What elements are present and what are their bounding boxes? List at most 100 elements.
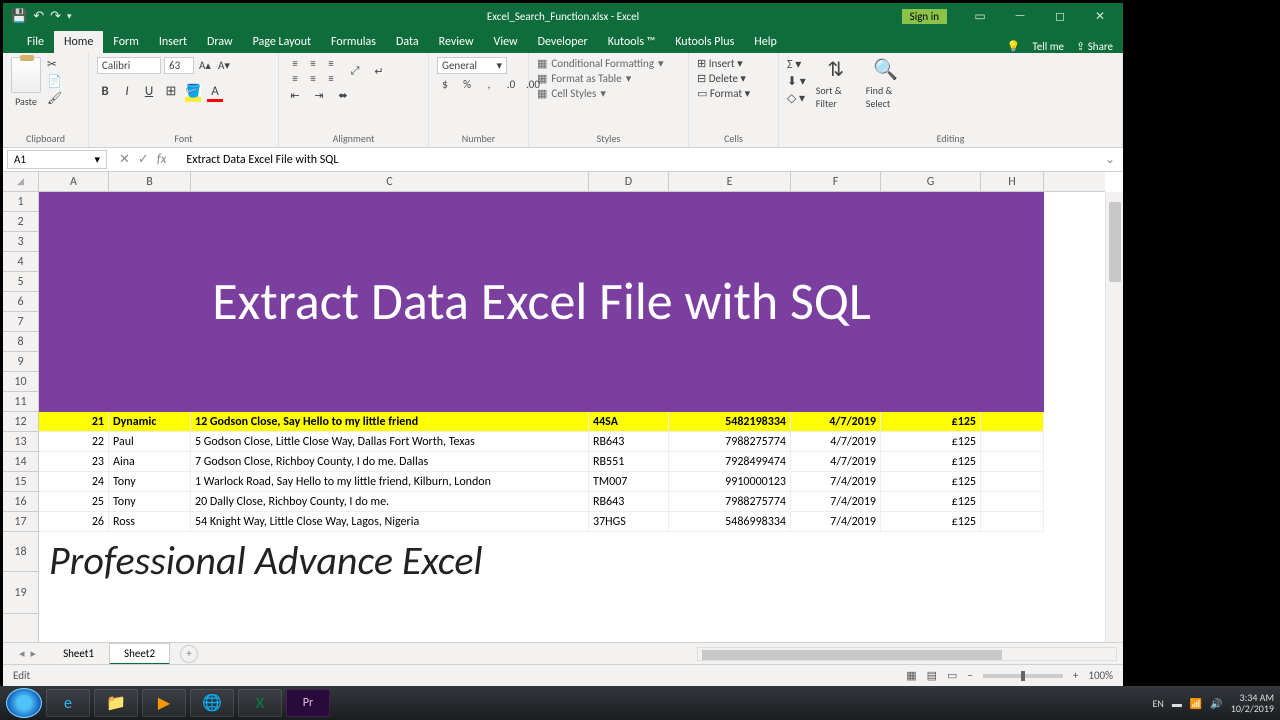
tab-draw[interactable]: Draw [197,31,243,53]
merge-center-icon[interactable]: ⬌ [335,89,351,102]
row-header-5[interactable]: 5 [3,272,38,292]
row-header-18[interactable]: 18 [3,532,38,572]
autosum-icon[interactable]: Σ ▾ [787,57,806,72]
fill-color-icon[interactable]: 🪣 [185,84,201,102]
tab-view[interactable]: View [484,31,528,53]
col-header-D[interactable]: D [589,172,669,191]
select-all-corner[interactable]: ◢ [3,172,39,192]
paste-button[interactable]: Paste [15,95,37,108]
tab-home[interactable]: Home [54,31,103,53]
cell-styles-button[interactable]: ▦ Cell Styles ▾ [537,87,664,100]
cut-icon[interactable]: ✂ [47,57,62,72]
row-header-14[interactable]: 14 [3,452,38,472]
system-tray[interactable]: EN ▬ 📶 🔊 3:34 AM 10/2/2019 [1153,692,1274,714]
sheet-tab-sheet2[interactable]: Sheet2 [109,643,170,665]
tell-me-icon[interactable]: 💡 [1007,40,1021,53]
ribbon-options-icon[interactable]: ▭ [963,5,997,27]
row-header-12[interactable]: 12 [3,412,38,432]
sheet-nav-prev-icon[interactable]: ◂ [19,647,25,660]
row-header-1[interactable]: 1 [3,192,38,212]
table-row[interactable]: 25Tony20 Dally Close, Richboy County, I … [39,492,1044,512]
tab-developer[interactable]: Developer [528,31,598,53]
percent-icon[interactable]: % [459,78,475,91]
tab-kutoolsplus[interactable]: Kutools Plus [665,31,744,53]
align-right-icon[interactable]: ≡ [323,72,339,85]
align-top-icon[interactable]: ≡ [287,57,303,70]
tray-volume-icon[interactable]: 🔊 [1210,697,1222,710]
border-icon[interactable]: ⊞ [163,84,179,102]
conditional-formatting-button[interactable]: ▦ Conditional Formatting ▾ [537,57,664,70]
increase-indent-icon[interactable]: ⇥ [311,89,327,102]
taskbar-ie-icon[interactable]: e [46,689,90,717]
tray-lang[interactable]: EN [1153,697,1164,710]
delete-cells-button[interactable]: ⊟ Delete ▾ [697,72,750,85]
table-row[interactable]: 23Aina7 Godson Close, Richboy County, I … [39,452,1044,472]
row-header-4[interactable]: 4 [3,252,38,272]
vertical-scrollbar[interactable] [1105,192,1123,642]
zoom-out-icon[interactable]: − [967,669,972,682]
font-size-selector[interactable]: 63 [164,57,194,74]
qat-dropdown-icon[interactable]: ▾ [67,11,72,22]
row-header-3[interactable]: 3 [3,232,38,252]
row-header-9[interactable]: 9 [3,352,38,372]
view-page-break-icon[interactable]: ▭ [947,669,957,682]
row-header-16[interactable]: 16 [3,492,38,512]
row-header-19[interactable]: 19 [3,572,38,614]
paste-icon[interactable] [11,57,41,93]
tray-network-icon[interactable]: 📶 [1190,697,1202,710]
align-left-icon[interactable]: ≡ [287,72,303,85]
align-center-icon[interactable]: ≡ [305,72,321,85]
add-sheet-button[interactable]: + [180,645,198,663]
close-icon[interactable]: ✕ [1083,5,1117,27]
taskbar-premiere-icon[interactable]: Pr [286,689,330,717]
font-color-icon[interactable]: A [207,84,223,102]
row-header-2[interactable]: 2 [3,212,38,232]
view-page-layout-icon[interactable]: ▤ [927,669,937,682]
redo-icon[interactable]: ↷ [50,9,61,24]
name-box[interactable]: A1▾ [7,150,107,169]
table-row[interactable]: 21Dynamic12 Godson Close, Say Hello to m… [39,412,1044,432]
tab-review[interactable]: Review [429,31,484,53]
clear-icon[interactable]: ◇ ▾ [787,91,806,106]
row-header-15[interactable]: 15 [3,472,38,492]
save-icon[interactable]: 💾 [11,9,27,24]
tray-flag-icon[interactable]: ▬ [1172,697,1182,710]
font-name-selector[interactable]: Calibri [97,57,161,74]
decrease-font-icon[interactable]: A▾ [216,59,232,72]
orientation-icon[interactable]: ⤢ [347,64,363,78]
column-headers[interactable]: ABCDEFGH [39,172,1105,192]
tab-help[interactable]: Help [744,31,787,53]
expand-formula-bar-icon[interactable]: ⌄ [1097,152,1123,167]
row-header-10[interactable]: 10 [3,372,38,392]
taskbar-explorer-icon[interactable]: 📁 [94,689,138,717]
table-row[interactable]: 26Ross54 Knight Way, Little Close Way, L… [39,512,1044,532]
underline-button[interactable]: U [141,84,157,102]
spreadsheet-grid[interactable]: ◢ ABCDEFGH 12345678910111213141516171819… [3,172,1123,642]
taskbar-media-icon[interactable]: ▶ [142,689,186,717]
col-header-A[interactable]: A [39,172,109,191]
tab-insert[interactable]: Insert [149,31,197,53]
row-header-8[interactable]: 8 [3,332,38,352]
taskbar-excel-icon[interactable]: X [238,689,282,717]
sign-in-button[interactable]: Sign in [902,9,947,24]
tab-data[interactable]: Data [386,31,429,53]
align-middle-icon[interactable]: ≡ [305,57,321,70]
row-header-7[interactable]: 7 [3,312,38,332]
formula-bar[interactable] [180,151,1097,169]
start-button[interactable] [6,688,42,718]
view-normal-icon[interactable]: ▦ [906,669,916,682]
currency-icon[interactable]: $ [437,78,453,91]
sort-filter-button[interactable]: ⇅ Sort & Filter [816,57,856,110]
table-row[interactable]: 22Paul5 Godson Close, Little Close Way, … [39,432,1044,452]
copy-icon[interactable]: 📄 [47,74,62,89]
insert-cells-button[interactable]: ⊞ Insert ▾ [697,57,750,70]
format-painter-icon[interactable]: 🖌 [47,91,62,106]
horizontal-scrollbar[interactable] [697,647,1117,661]
increase-decimal-icon[interactable]: .0 [503,78,519,91]
col-header-H[interactable]: H [981,172,1044,191]
tell-me-button[interactable]: Tell me [1032,40,1064,53]
share-button[interactable]: ⇪ Share [1076,40,1113,53]
fx-icon[interactable]: fx [157,152,167,167]
windows-taskbar[interactable]: e 📁 ▶ 🌐 X Pr EN ▬ 📶 🔊 3:34 AM 10/2/2019 [0,686,1280,720]
minimize-icon[interactable]: — [1003,5,1037,27]
